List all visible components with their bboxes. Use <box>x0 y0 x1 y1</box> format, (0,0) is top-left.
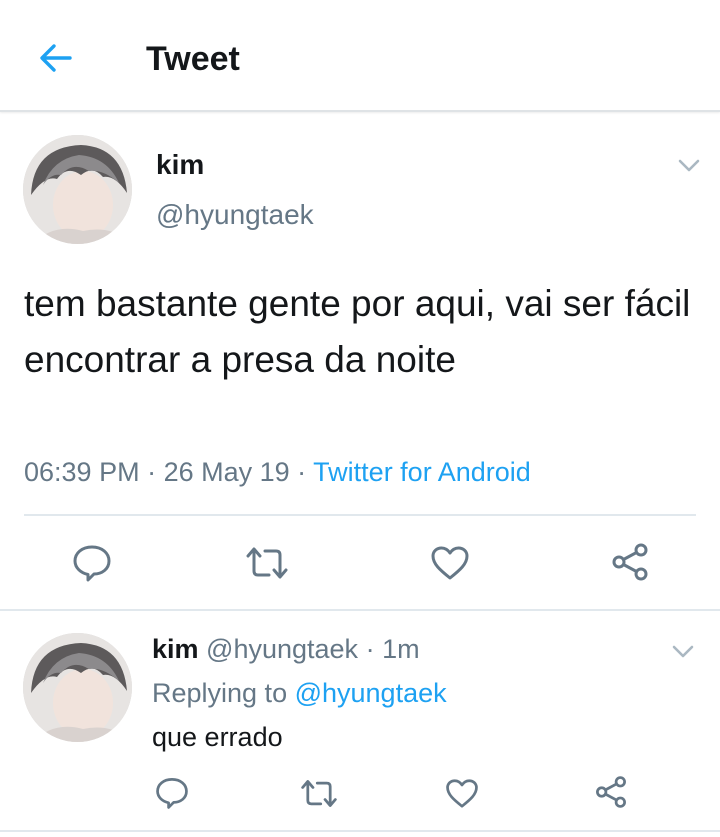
like-icon <box>431 546 469 580</box>
tweet-time: 06:39 PM <box>24 457 140 487</box>
top-bar: Tweet <box>0 0 720 112</box>
tweet-source-link[interactable]: Twitter for Android <box>313 457 531 487</box>
reply-button[interactable] <box>72 543 112 583</box>
chevron-down-icon <box>678 159 700 172</box>
reply-like-button[interactable] <box>445 778 479 809</box>
separator: · <box>289 457 314 487</box>
reply-text: que errado <box>152 722 283 752</box>
back-button[interactable] <box>36 38 76 78</box>
reply-share-button[interactable] <box>594 775 628 809</box>
separator: · <box>139 457 164 487</box>
separator: · <box>358 634 383 664</box>
tweet-date: 26 May 19 <box>163 457 290 487</box>
reply-reply-button[interactable] <box>155 776 189 810</box>
like-button[interactable] <box>430 545 470 581</box>
divider <box>24 514 696 516</box>
divider <box>0 609 720 611</box>
reply-user-handle[interactable]: @hyungtaek <box>206 634 358 664</box>
reply-more-options-button[interactable] <box>670 638 696 664</box>
divider <box>0 830 720 832</box>
page-title: Tweet <box>146 40 240 78</box>
replying-to-mention[interactable]: @hyungtaek <box>295 678 447 708</box>
user-handle[interactable]: @hyungtaek <box>156 198 314 232</box>
avatar[interactable] <box>23 135 132 244</box>
chevron-down-icon <box>672 645 694 658</box>
share-button[interactable] <box>610 542 650 582</box>
reply-retweet-button[interactable] <box>300 778 338 809</box>
retweet-icon <box>246 547 288 579</box>
more-options-button[interactable] <box>676 152 702 178</box>
share-icon <box>596 776 626 808</box>
retweet-button[interactable] <box>245 545 289 581</box>
retweet-icon <box>301 780 337 807</box>
reply-icon <box>156 778 188 809</box>
tweet-metadata: 06:39 PM · 26 May 19 · Twitter for Andro… <box>24 452 531 492</box>
replying-to: Replying to @hyungtaek <box>152 676 447 710</box>
like-icon <box>446 779 478 808</box>
reply-avatar[interactable] <box>23 633 132 742</box>
share-icon <box>612 543 648 581</box>
replying-prefix: Replying to <box>152 678 295 708</box>
reply-display-name[interactable]: kim <box>152 634 199 664</box>
reply-age: 1m <box>382 634 420 664</box>
arrow-left-icon <box>40 44 72 72</box>
reply-icon <box>73 545 111 582</box>
tweet-text: tem bastante gente por aqui, vai ser fác… <box>24 283 691 380</box>
reply-header: kim @hyungtaek · 1m <box>152 632 420 666</box>
display-name[interactable]: kim <box>156 148 204 182</box>
